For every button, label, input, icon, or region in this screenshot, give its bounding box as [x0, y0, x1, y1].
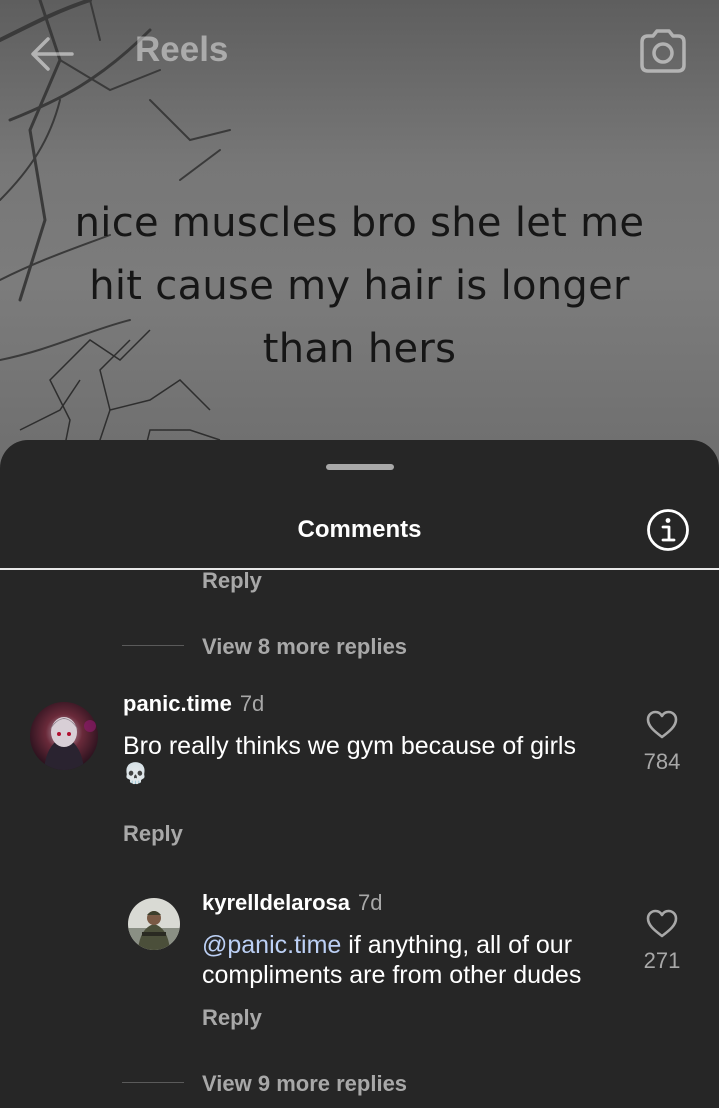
reply-body-line: compliments are from other dudes: [202, 961, 582, 989]
reply-time: 7d: [357, 890, 383, 915]
comment-text: Bro really thinks we gym because of girl…: [123, 731, 613, 787]
reply-button[interactable]: Reply: [202, 568, 262, 594]
comments-title: Comments: [297, 516, 422, 543]
thread-line: [122, 645, 184, 646]
info-icon[interactable]: [646, 508, 690, 552]
like-count: 271: [643, 948, 681, 973]
header-divider: [0, 568, 719, 570]
caption-line: hit cause my hair is longer: [89, 263, 630, 309]
caption-line: nice muscles bro she let me: [74, 200, 645, 246]
skull-emoji: 💀: [123, 763, 148, 785]
back-arrow-icon[interactable]: [28, 34, 76, 74]
view-more-replies-button[interactable]: View 8 more replies: [202, 634, 407, 660]
reply-header: kyrelldelarosa 7d: [202, 890, 382, 916]
reply-text: @panic.time if anything, all of our comp…: [202, 930, 622, 990]
reel-video[interactable]: Reels nice muscles bro she let me hit ca…: [0, 0, 719, 470]
like-count: 784: [643, 749, 681, 774]
reply-body-line: if anything, all of our: [341, 931, 573, 959]
reply-button[interactable]: Reply: [202, 1005, 262, 1031]
mention-link[interactable]: @panic.time: [202, 931, 341, 959]
comment-username[interactable]: panic.time: [123, 691, 232, 716]
reels-title: Reels: [135, 30, 229, 69]
reply-button[interactable]: Reply: [123, 821, 183, 847]
comment-header: panic.time 7d: [123, 691, 264, 717]
comment-time: 7d: [239, 691, 265, 716]
reel-caption: nice muscles bro she let me hit cause my…: [0, 192, 719, 381]
avatar[interactable]: [30, 702, 98, 770]
view-more-replies-button[interactable]: View 9 more replies: [202, 1071, 407, 1097]
reels-header: Reels: [0, 0, 719, 105]
thread-line: [122, 1082, 184, 1083]
comments-sheet: Comments Reply View 8 more replies panic…: [0, 440, 719, 1108]
avatar-image: [30, 702, 98, 770]
caption-line: than hers: [262, 326, 457, 372]
reply-username[interactable]: kyrelldelarosa: [202, 890, 350, 915]
heart-icon[interactable]: [646, 909, 678, 939]
comment-body: Bro really thinks we gym because of girl…: [123, 732, 576, 760]
heart-icon[interactable]: [646, 710, 678, 740]
avatar[interactable]: [128, 898, 180, 950]
avatar-image: [128, 898, 180, 950]
drag-handle[interactable]: [326, 464, 394, 470]
camera-icon[interactable]: [638, 28, 688, 74]
